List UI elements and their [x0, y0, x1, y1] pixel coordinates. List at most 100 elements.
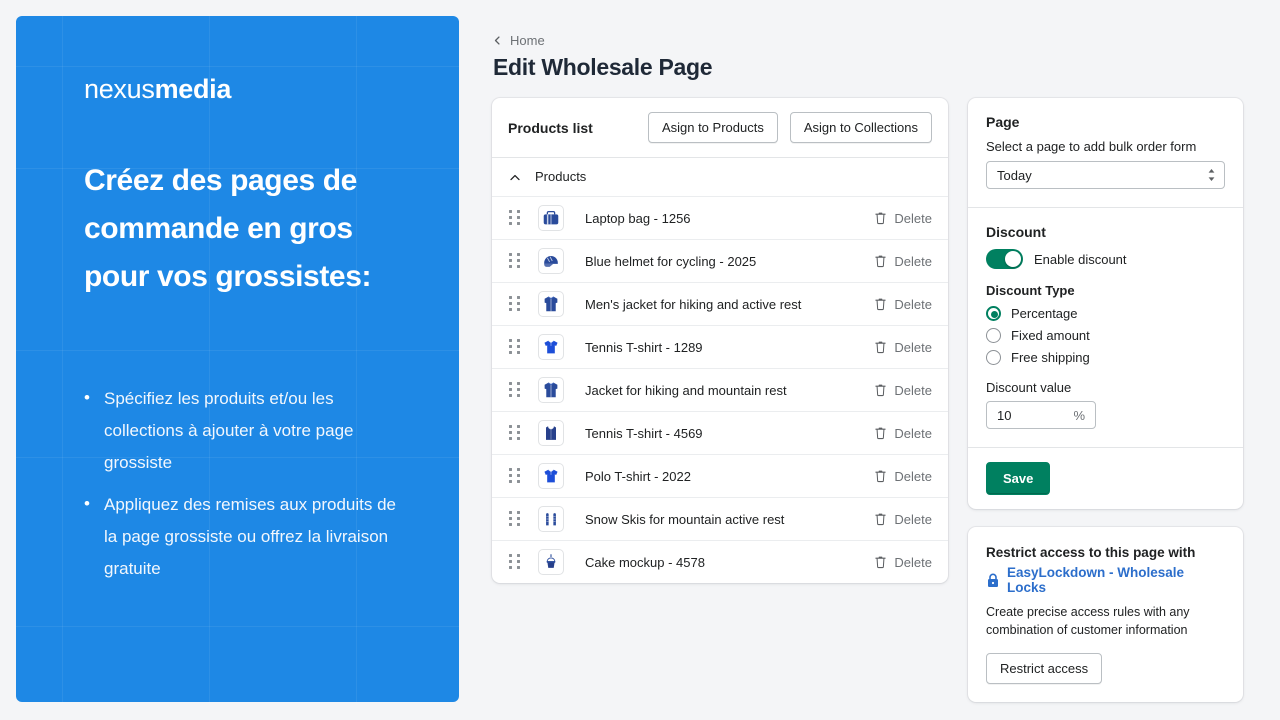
- page-section-heading: Page: [986, 114, 1020, 130]
- settings-card: Page Select a page to add bulk order for…: [968, 98, 1243, 509]
- discount-section-heading: Discount: [986, 224, 1046, 240]
- products-group-label: Products: [535, 169, 587, 184]
- product-name: Tennis T-shirt - 4569: [585, 425, 703, 441]
- promo-bullet-list: Spécifiez les produits et/ou les collect…: [84, 382, 404, 585]
- table-row[interactable]: Snow Skis for mountain active rest Delete: [492, 497, 948, 540]
- table-row[interactable]: Blue helmet for cycling - 2025 Delete: [492, 239, 948, 282]
- trash-icon: [874, 555, 887, 569]
- delete-button[interactable]: Delete: [874, 297, 932, 312]
- product-name: Cake mockup - 4578: [585, 554, 705, 570]
- product-name: Men's jacket for hiking and active rest: [585, 296, 802, 312]
- delete-button[interactable]: Delete: [874, 211, 932, 226]
- product-name: Jacket for hiking and mountain rest: [585, 382, 787, 398]
- radio-icon[interactable]: [986, 350, 1001, 365]
- chevron-up-icon[interactable]: [509, 171, 521, 183]
- delete-label: Delete: [894, 425, 932, 441]
- table-row[interactable]: Men's jacket for hiking and active rest D…: [492, 282, 948, 325]
- lock-icon: [986, 573, 1000, 588]
- discount-type-option-label: Free shipping: [1011, 350, 1090, 365]
- restrict-access-button[interactable]: Restrict access: [986, 653, 1103, 684]
- table-row[interactable]: Cake mockup - 4578 Delete: [492, 540, 948, 583]
- cupcake-icon: [538, 549, 564, 575]
- discount-type-option-percentage[interactable]: Percentage: [986, 306, 1225, 321]
- promo-bullet: Appliquez des remises aux produits de la…: [84, 488, 404, 585]
- promo-panel: nexusmedia Créez des pages de commande e…: [16, 16, 459, 702]
- trash-icon: [874, 340, 887, 354]
- brand-logo-light: nexus: [84, 74, 155, 104]
- save-button[interactable]: Save: [986, 462, 1051, 495]
- delete-button[interactable]: Delete: [874, 254, 932, 269]
- page-section: Page Select a page to add bulk order for…: [968, 98, 1243, 207]
- delete-button[interactable]: Delete: [874, 383, 932, 398]
- drag-handle-icon[interactable]: [509, 339, 520, 355]
- polo-shirt-icon: [538, 334, 564, 360]
- page-select[interactable]: Today: [986, 161, 1225, 189]
- drag-handle-icon[interactable]: [509, 296, 520, 312]
- table-row[interactable]: Tennis T-shirt - 1289 Delete: [492, 325, 948, 368]
- drag-handle-icon[interactable]: [509, 210, 520, 226]
- drag-handle-icon[interactable]: [509, 425, 520, 441]
- jacket-icon: [538, 377, 564, 403]
- radio-icon[interactable]: [986, 306, 1001, 321]
- tank-top-icon: [538, 420, 564, 446]
- drag-handle-icon[interactable]: [509, 253, 520, 269]
- brand-logo-bold: media: [154, 74, 232, 104]
- trash-icon: [874, 426, 887, 440]
- right-column: Page Select a page to add bulk order for…: [968, 98, 1243, 702]
- delete-label: Delete: [894, 296, 932, 312]
- table-row[interactable]: Polo T-shirt - 2022 Delete: [492, 454, 948, 497]
- enable-discount-toggle[interactable]: [986, 249, 1023, 269]
- product-name: Laptop bag - 1256: [585, 210, 691, 226]
- product-name: Blue helmet for cycling - 2025: [585, 253, 757, 269]
- discount-section: Discount Enable discount Discount Type P…: [968, 208, 1243, 447]
- page-select-wrapper: Today: [986, 161, 1225, 189]
- assign-to-products-button[interactable]: Asign to Products: [647, 112, 778, 143]
- products-group-header[interactable]: Products: [492, 158, 948, 196]
- app-root: nexusmedia Créez des pages de commande e…: [0, 0, 1280, 720]
- jacket-icon: [538, 291, 564, 317]
- enable-discount-row: Enable discount: [986, 249, 1225, 269]
- page-section-helper: Select a page to add bulk order form: [986, 139, 1197, 154]
- assign-to-collections-button[interactable]: Asign to Collections: [789, 112, 932, 143]
- drag-handle-icon[interactable]: [509, 468, 520, 484]
- page-title: Edit Wholesale Page: [493, 54, 713, 80]
- delete-button[interactable]: Delete: [874, 469, 932, 484]
- main-content: Home Edit Wholesale Page Products list A…: [475, 0, 1280, 720]
- restrict-access-link[interactable]: EasyLockdown - Wholesale Locks: [1007, 565, 1225, 595]
- trash-icon: [874, 211, 887, 225]
- discount-type-label: Discount Type: [986, 283, 1075, 298]
- restrict-access-link-row[interactable]: EasyLockdown - Wholesale Locks: [986, 565, 1225, 595]
- delete-label: Delete: [894, 511, 932, 527]
- products-list-header: Products list Asign to Products Asign to…: [492, 98, 948, 157]
- discount-type-option-free-shipping[interactable]: Free shipping: [986, 350, 1225, 365]
- save-bar: Save: [968, 448, 1243, 509]
- products-list-card: Products list Asign to Products Asign to…: [492, 98, 948, 583]
- table-row[interactable]: Laptop bag - 1256 Delete: [492, 196, 948, 239]
- trash-icon: [874, 512, 887, 526]
- delete-button[interactable]: Delete: [874, 512, 932, 527]
- products-rows: Laptop bag - 1256 Delete Blue helmet for c…: [492, 196, 948, 583]
- product-name: Polo T-shirt - 2022: [585, 468, 691, 484]
- delete-label: Delete: [894, 554, 932, 570]
- delete-button[interactable]: Delete: [874, 426, 932, 441]
- delete-label: Delete: [894, 253, 932, 269]
- discount-type-option-fixed-amount[interactable]: Fixed amount: [986, 328, 1225, 343]
- products-list-title: Products list: [508, 119, 593, 136]
- drag-handle-icon[interactable]: [509, 382, 520, 398]
- delete-button[interactable]: Delete: [874, 555, 932, 570]
- delete-button[interactable]: Delete: [874, 340, 932, 355]
- discount-type-option-label: Percentage: [1011, 306, 1078, 321]
- product-name: Snow Skis for mountain active rest: [585, 511, 785, 527]
- radio-icon[interactable]: [986, 328, 1001, 343]
- breadcrumb[interactable]: Home: [493, 33, 545, 48]
- brand-logo: nexusmedia: [84, 74, 404, 105]
- polo-shirt-icon: [538, 463, 564, 489]
- helmet-icon: [538, 248, 564, 274]
- drag-handle-icon[interactable]: [509, 554, 520, 570]
- discount-value-suffix: %: [1073, 407, 1085, 423]
- drag-handle-icon[interactable]: [509, 511, 520, 527]
- table-row[interactable]: Jacket for hiking and mountain rest Delet…: [492, 368, 948, 411]
- table-row[interactable]: Tennis T-shirt - 4569 Delete: [492, 411, 948, 454]
- restrict-access-button-wrapper: Restrict access: [986, 653, 1225, 684]
- discount-value-label: Discount value: [986, 380, 1072, 395]
